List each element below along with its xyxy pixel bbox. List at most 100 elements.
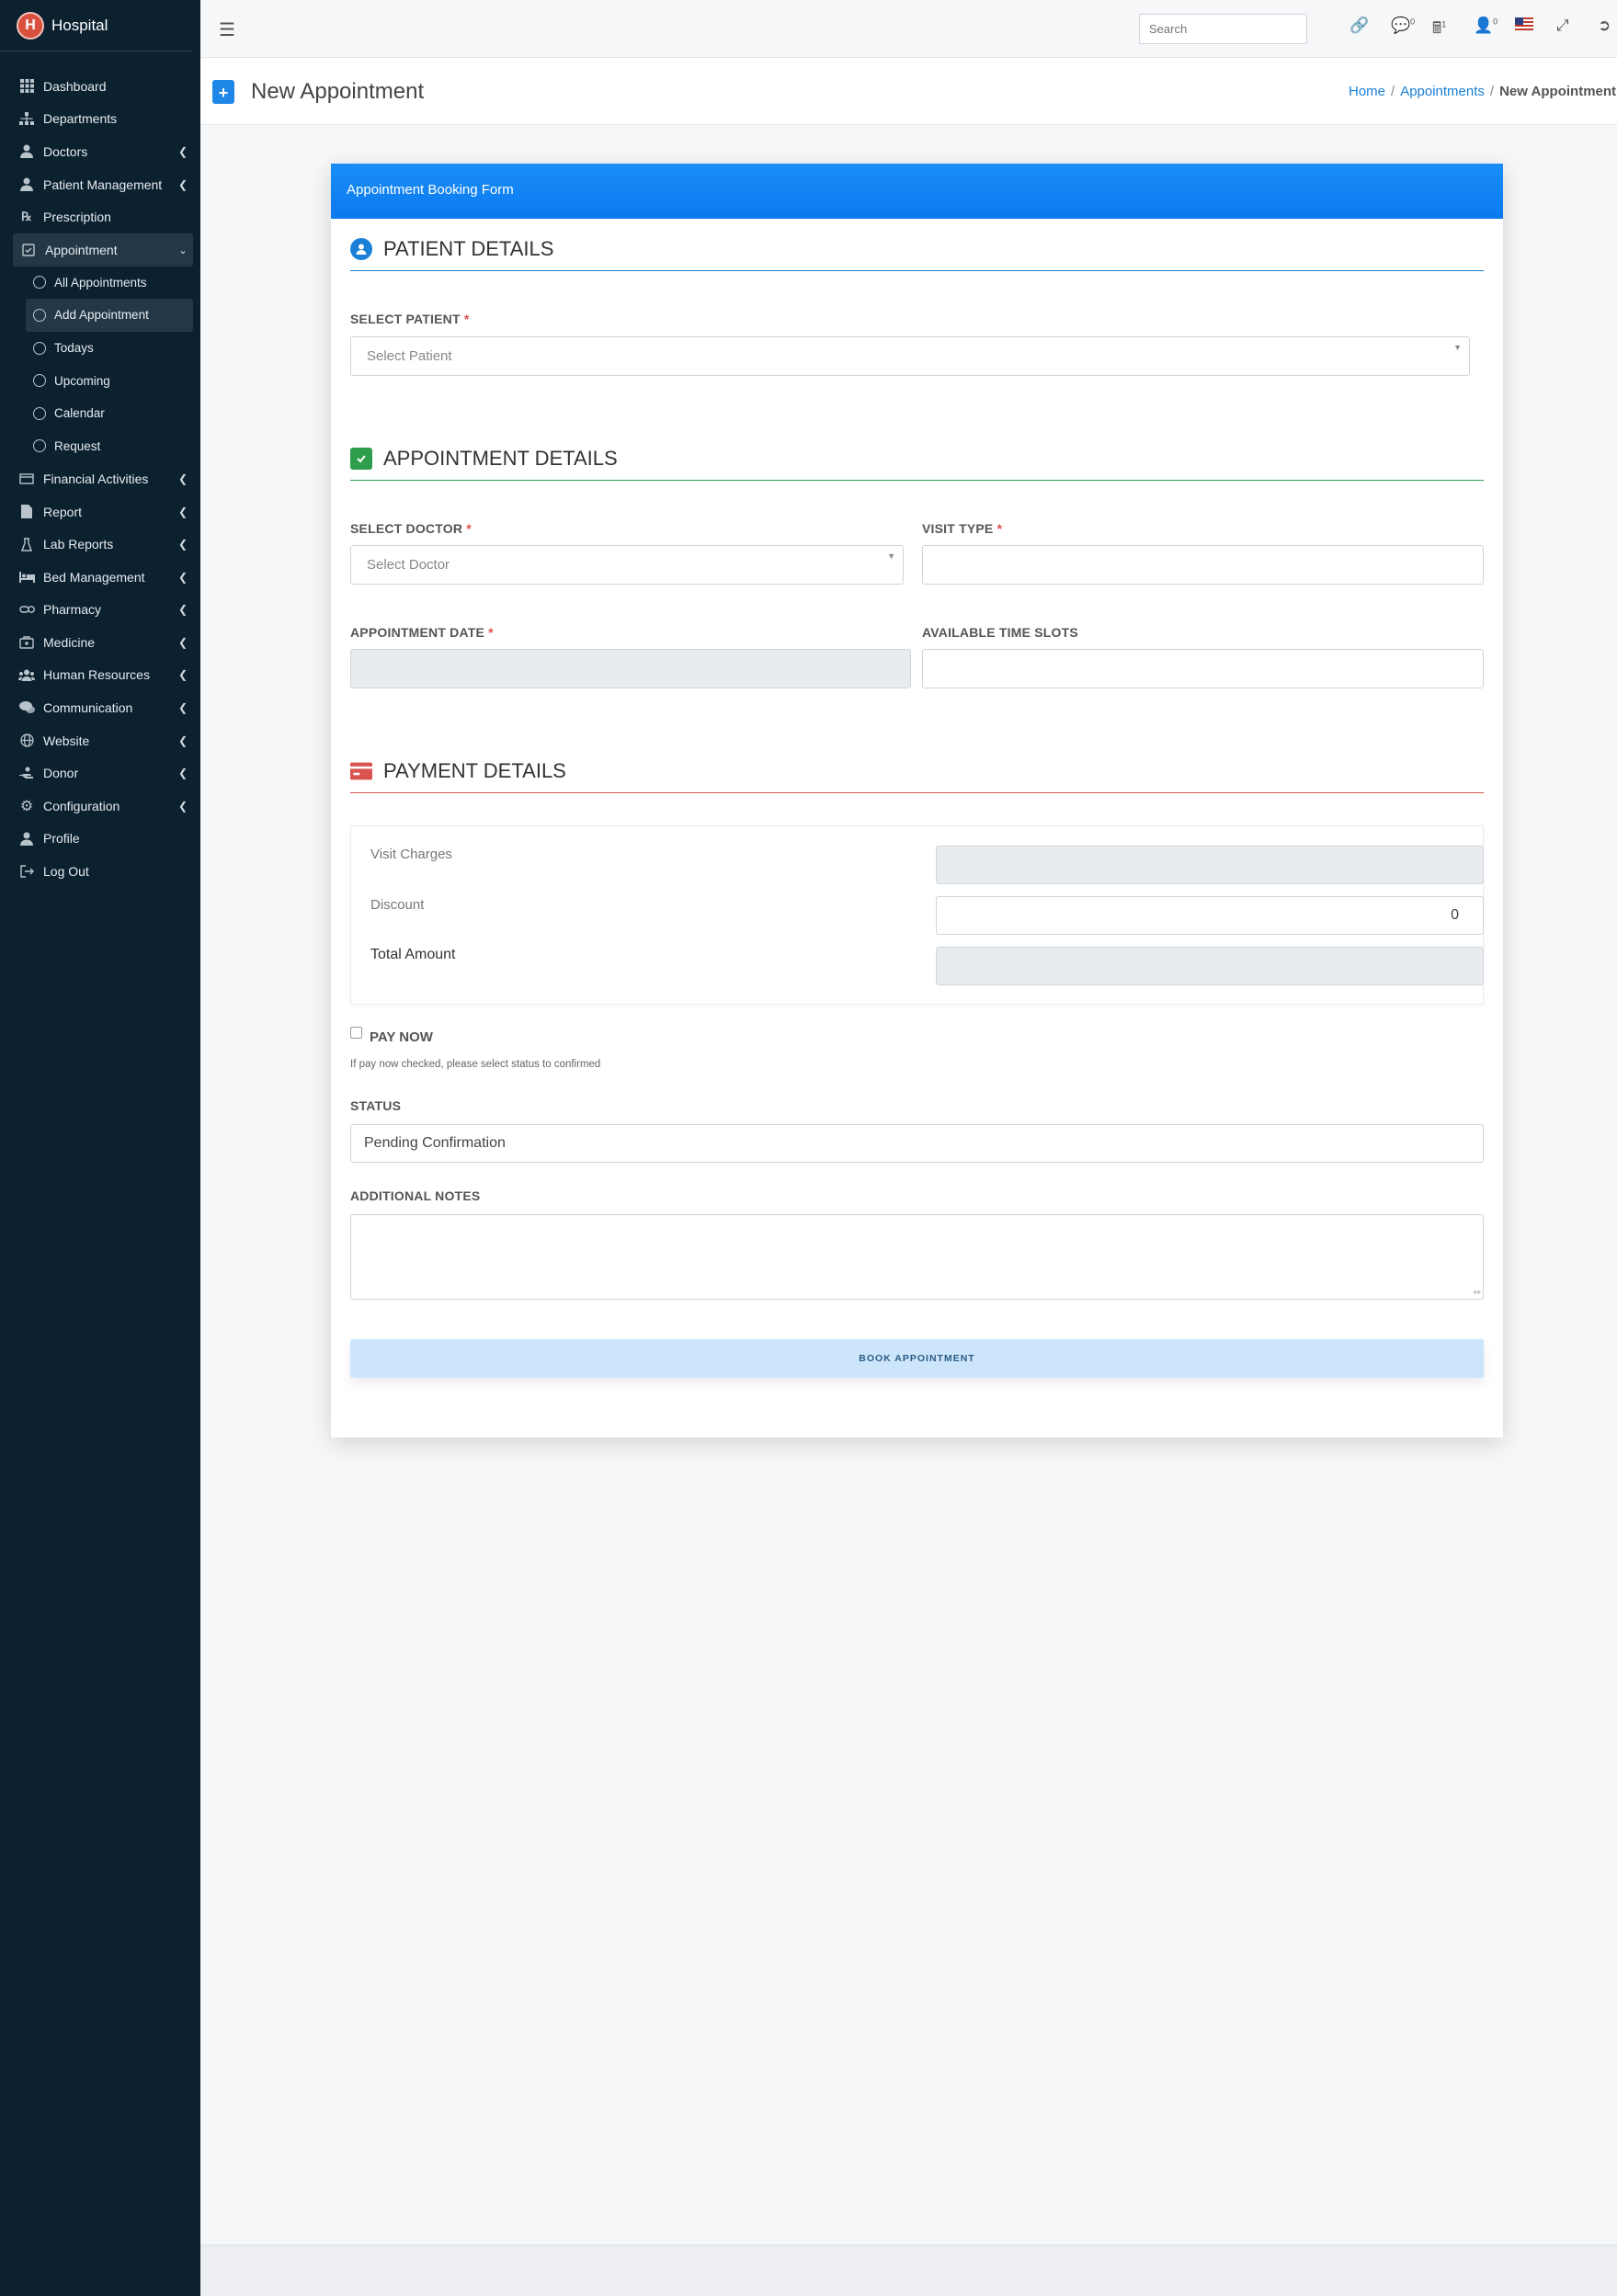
sidebar-item-website[interactable]: Website ❮ [0, 724, 200, 757]
calculator-icon[interactable]: 🖩1 [1432, 17, 1474, 43]
sidebar-item-report[interactable]: Report ❮ [0, 495, 200, 529]
additional-notes-textarea[interactable]: ⇿ [350, 1214, 1484, 1300]
hospital-logo-icon: H [17, 11, 44, 40]
hand-holding-icon [18, 765, 35, 781]
user-circle-icon [350, 238, 372, 260]
sidebar-item-label: Dashboard [43, 78, 107, 94]
sidebar-subitem-label: Upcoming [54, 373, 110, 388]
user-profile-icon[interactable]: 👤0 [1474, 17, 1515, 43]
sidebar-item-label: Bed Management [43, 569, 145, 585]
doctor-icon [18, 143, 35, 160]
sidebar-item-lab-reports[interactable]: Lab Reports ❮ [0, 528, 200, 561]
book-appointment-button[interactable]: BOOK APPOINTMENT [350, 1339, 1484, 1378]
chevron-down-icon: ⌄ [177, 243, 188, 256]
sidebar-item-pharmacy[interactable]: Pharmacy ❮ [0, 594, 200, 627]
us-flag-icon[interactable] [1515, 17, 1556, 43]
sidebar-item-dashboard[interactable]: Dashboard [0, 70, 200, 103]
discount-label: Discount [370, 897, 425, 913]
search-input[interactable] [1139, 14, 1307, 44]
circle-icon [33, 308, 46, 322]
pay-now-checkbox[interactable] [350, 1027, 362, 1039]
appointment-date-input[interactable] [350, 649, 911, 688]
chevron-left-icon: ❮ [177, 538, 188, 551]
users-icon [18, 666, 35, 683]
messages-icon[interactable]: 💬0 [1391, 17, 1432, 43]
sidebar-item-communication[interactable]: Communication ❮ [0, 691, 200, 724]
fullscreen-icon[interactable]: ⤢ [1556, 17, 1598, 43]
sidebar-subitem-todays[interactable]: Todays [0, 332, 200, 365]
select-patient-dropdown[interactable]: Select Patient ▼ [350, 336, 1470, 376]
sidebar-item-financial-activities[interactable]: Financial Activities ❮ [0, 462, 200, 495]
topbar: ☰ 🔗 💬0 🖩1 👤0 ⤢ ➲ [200, 0, 1617, 58]
sidebar-item-label: Log Out [43, 864, 89, 880]
sidebar-item-appointment[interactable]: Appointment ⌄ [13, 233, 193, 267]
discount-input[interactable]: 0 [936, 896, 1484, 935]
flask-icon [18, 536, 35, 552]
sidebar-item-label: Configuration [43, 798, 120, 813]
link-icon[interactable]: 🔗 [1349, 17, 1391, 43]
sidebar-subitem-add-appointment[interactable]: Add Appointment [26, 299, 193, 332]
resize-handle-icon[interactable]: ⇿ [1474, 1288, 1481, 1298]
sidebar-subitem-calendar[interactable]: Calendar [0, 397, 200, 430]
status-select[interactable]: Pending Confirmation [350, 1124, 1484, 1163]
page-footer [200, 2245, 1617, 2296]
sidebar-item-configuration[interactable]: ⚙ Configuration ❮ [0, 790, 200, 823]
sidebar-item-human-resources[interactable]: Human Resources ❮ [0, 659, 200, 692]
chevron-left-icon: ❮ [177, 472, 188, 485]
sidebar-item-patient-management[interactable]: Patient Management ❮ [0, 168, 200, 201]
sidebar-nav: Dashboard Departments Doctors ❮ Patient … [0, 51, 200, 888]
sidebar-item-log-out[interactable]: Log Out [0, 855, 200, 888]
breadcrumb-home[interactable]: Home [1349, 84, 1385, 99]
visit-type-select[interactable] [922, 545, 1484, 585]
chevron-left-icon: ❮ [177, 767, 188, 780]
calendar-plus-icon: + [212, 80, 234, 104]
sidebar-subitem-all-appointments[interactable]: All Appointments [0, 267, 200, 300]
breadcrumb-appointments[interactable]: Appointments [1400, 84, 1485, 99]
sidebar-item-label: Pharmacy [43, 602, 102, 618]
visit-type-label: VISIT TYPE * [922, 521, 1003, 536]
select-doctor-label: SELECT DOCTOR * [350, 521, 472, 536]
globe-icon [18, 733, 35, 749]
chevron-left-icon: ❮ [177, 144, 188, 158]
page-header: + New Appointment Home / Appointments / New … [200, 58, 1617, 125]
credit-card-icon [350, 760, 372, 782]
sidebar-item-bed-management[interactable]: Bed Management ❮ [0, 561, 200, 594]
sitemap-icon [18, 110, 35, 127]
calendar-check-icon [20, 242, 37, 258]
sidebar-subitem-upcoming[interactable]: Upcoming [0, 364, 200, 397]
sidebar-item-profile[interactable]: Profile [0, 823, 200, 856]
money-icon [18, 471, 35, 487]
chevron-left-icon: ❮ [177, 701, 188, 715]
sidebar-item-label: Human Resources [43, 667, 150, 683]
appointment-details-heading: APPOINTMENT DETAILS [350, 447, 1484, 481]
total-amount-label: Total Amount [370, 947, 456, 962]
chevron-left-icon: ❮ [177, 733, 188, 747]
select-doctor-placeholder: Select Doctor [367, 557, 450, 573]
sidebar: H Hospital Dashboard Departments Doctors… [0, 0, 200, 2296]
sidebar-item-label: Prescription [43, 210, 111, 225]
brand[interactable]: H Hospital [0, 0, 193, 51]
app-name: Hospital [51, 16, 108, 34]
pay-now-label: PAY NOW [370, 1029, 433, 1045]
sidebar-item-departments[interactable]: Departments [0, 103, 200, 136]
chevron-left-icon: ❮ [177, 799, 188, 813]
circle-icon [33, 341, 46, 355]
sidebar-item-prescription[interactable]: ℞ Prescription [0, 200, 200, 233]
sidebar-item-label: Communication [43, 700, 133, 716]
sidebar-subitem-request[interactable]: Request [0, 430, 200, 463]
hamburger-menu-icon[interactable]: ☰ [219, 18, 235, 41]
status-label: STATUS [350, 1098, 402, 1113]
sidebar-subitem-label: Todays [54, 341, 94, 356]
users-count: 0 [1493, 17, 1498, 27]
logout-icon[interactable]: ➲ [1598, 17, 1617, 43]
sidebar-item-donor[interactable]: Donor ❮ [0, 756, 200, 790]
time-slots-select[interactable] [922, 649, 1484, 688]
caret-down-icon: ▼ [887, 551, 895, 561]
circle-icon [33, 439, 46, 453]
sidebar-item-medicine[interactable]: Medicine ❮ [0, 626, 200, 659]
sidebar-item-doctors[interactable]: Doctors ❮ [0, 135, 200, 168]
additional-notes-label: ADDITIONAL NOTES [350, 1188, 481, 1203]
select-doctor-dropdown[interactable]: Select Doctor ▼ [350, 545, 904, 585]
messages-count: 0 [1410, 17, 1416, 27]
payment-summary-box: Visit Charges Discount 0 Total Amount [350, 825, 1484, 1005]
